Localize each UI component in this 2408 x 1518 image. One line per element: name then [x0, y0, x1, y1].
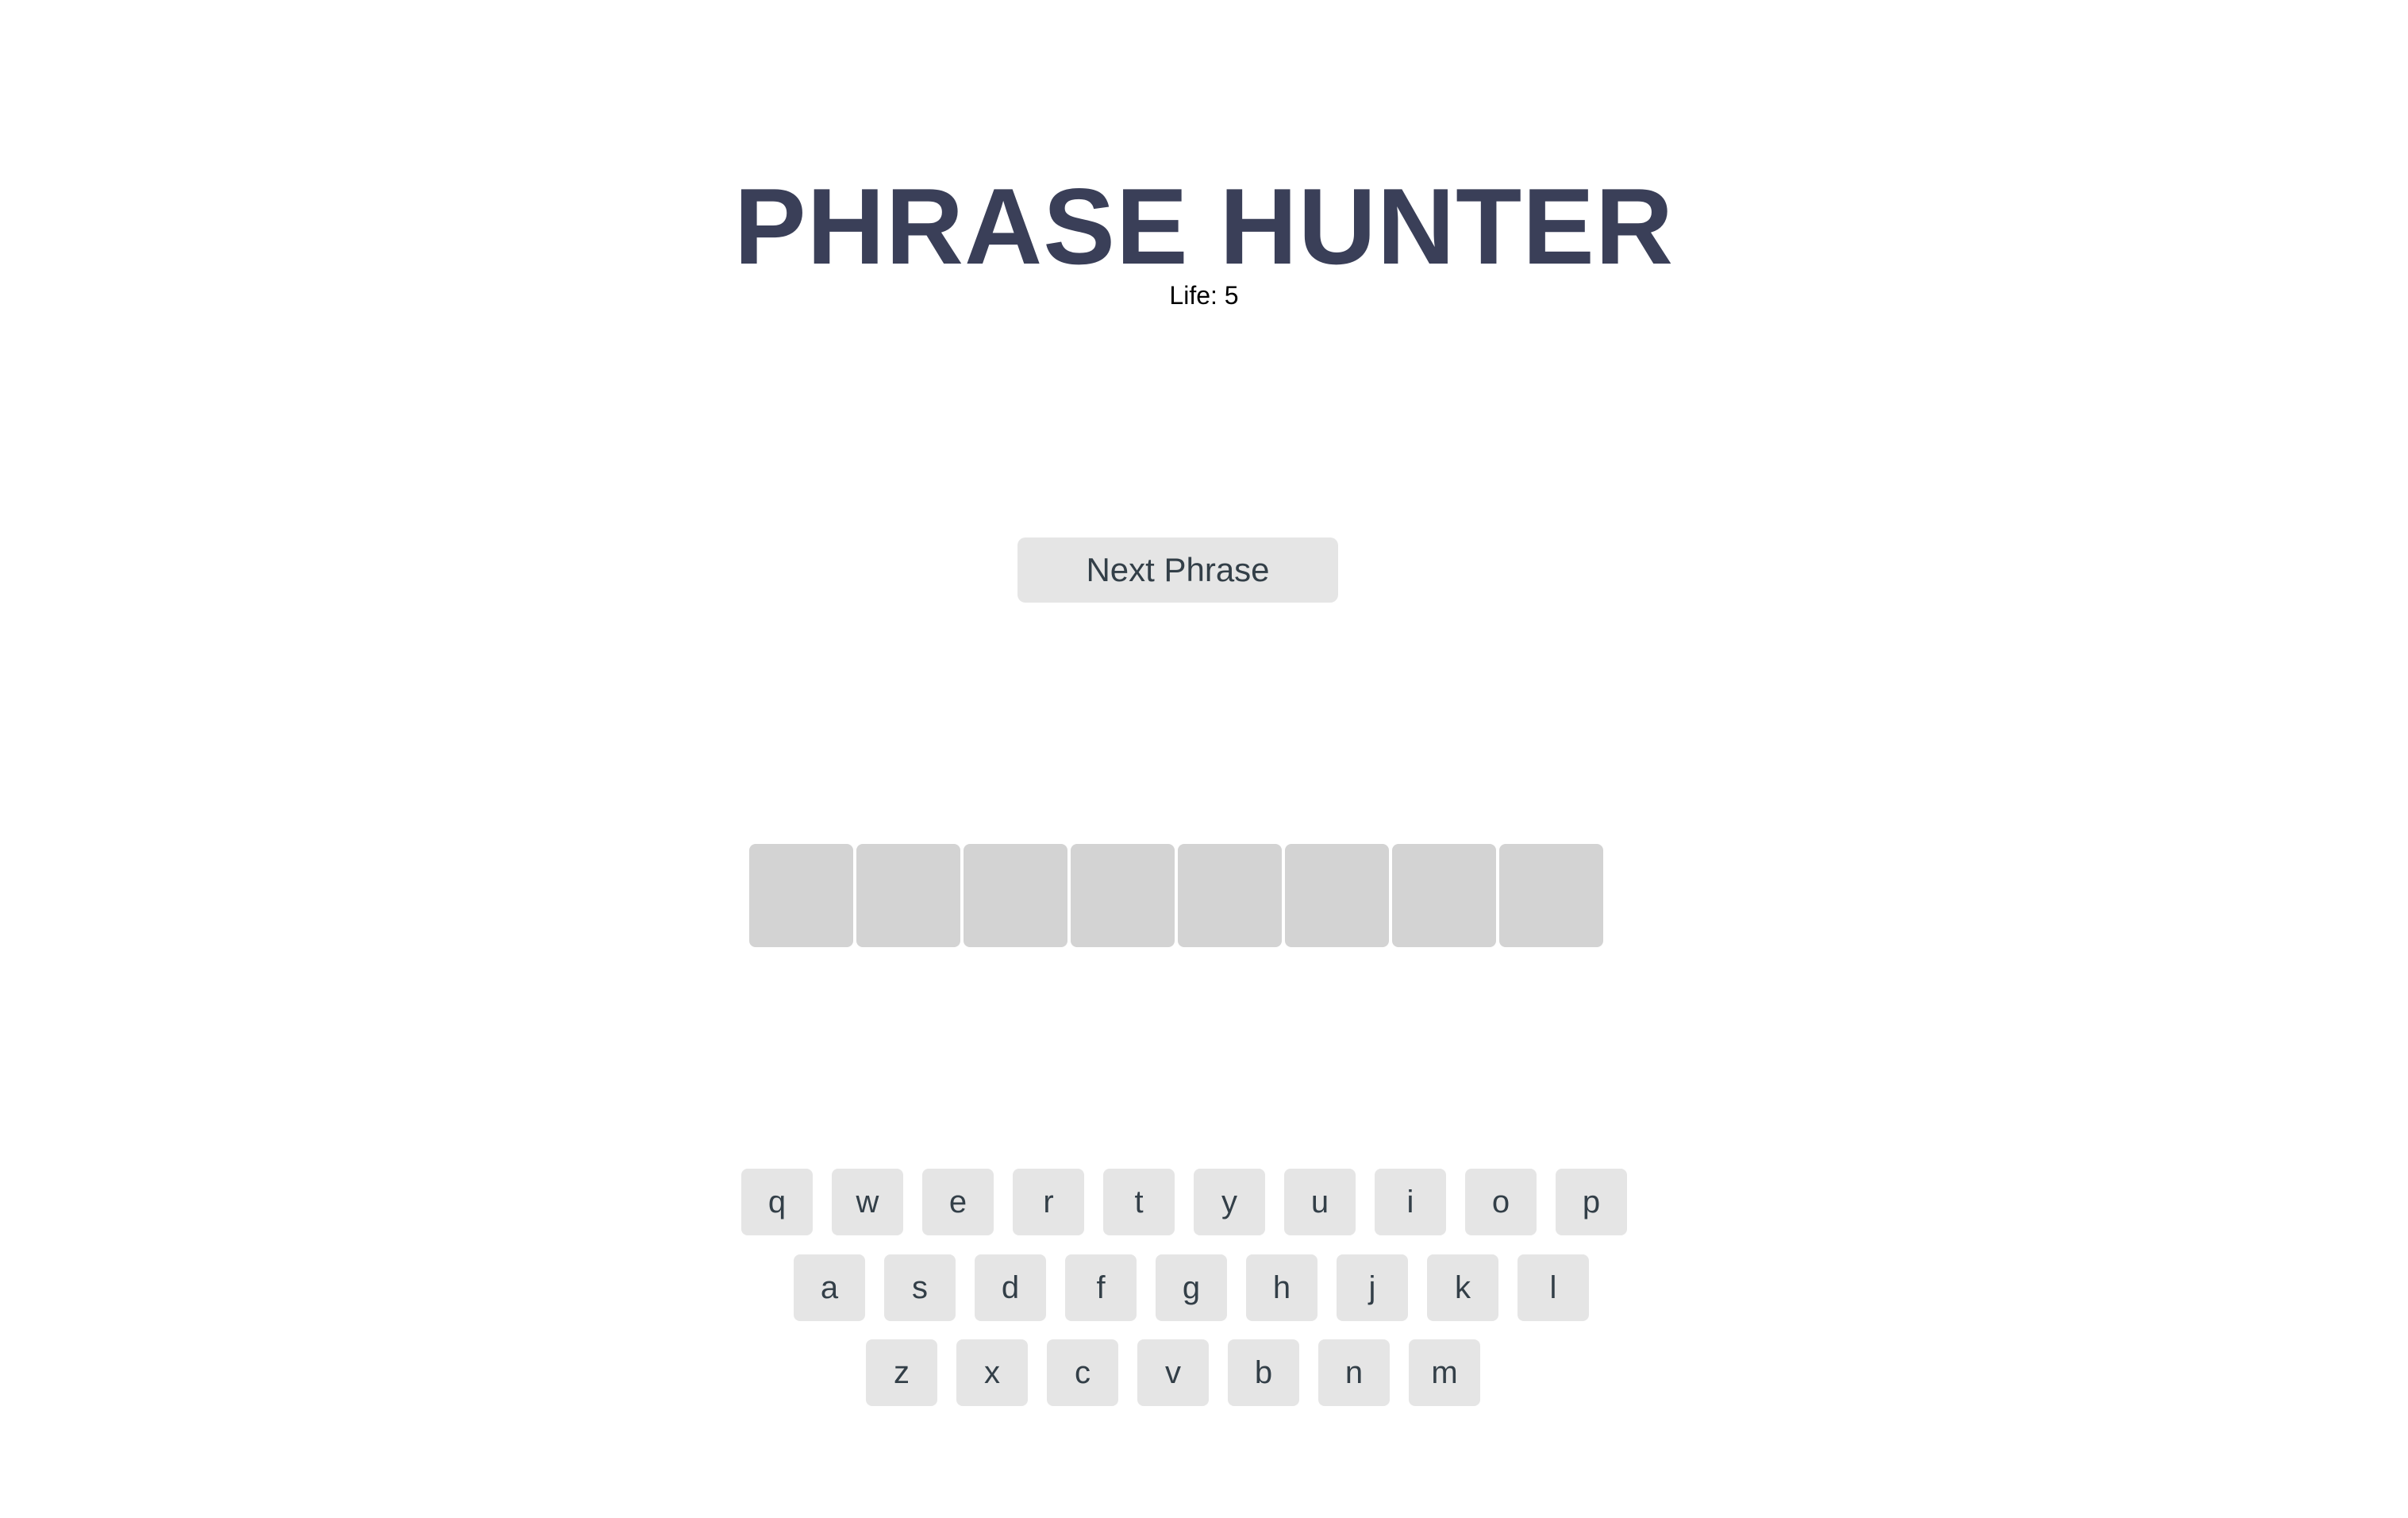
phrase-letter-tile — [1392, 844, 1496, 947]
page-title: PHRASE HUNTER — [733, 166, 1675, 287]
key-f[interactable]: f — [1065, 1254, 1137, 1321]
key-p[interactable]: p — [1556, 1169, 1627, 1235]
key-m[interactable]: m — [1409, 1339, 1480, 1406]
key-z[interactable]: z — [866, 1339, 937, 1406]
key-l[interactable]: l — [1518, 1254, 1589, 1321]
key-a[interactable]: a — [794, 1254, 865, 1321]
key-e[interactable]: e — [922, 1169, 994, 1235]
key-s[interactable]: s — [884, 1254, 956, 1321]
key-q[interactable]: q — [741, 1169, 813, 1235]
life-counter: Life: 5 — [1169, 281, 1239, 310]
phrase-letter-tile — [1285, 844, 1389, 947]
phrase-letter-tile — [856, 844, 960, 947]
phrase-letter-tile — [964, 844, 1067, 947]
key-v[interactable]: v — [1137, 1339, 1209, 1406]
phrase-letter-tile — [1499, 844, 1603, 947]
key-g[interactable]: g — [1156, 1254, 1227, 1321]
key-k[interactable]: k — [1427, 1254, 1498, 1321]
key-r[interactable]: r — [1013, 1169, 1084, 1235]
key-u[interactable]: u — [1284, 1169, 1356, 1235]
key-n[interactable]: n — [1318, 1339, 1390, 1406]
key-w[interactable]: w — [832, 1169, 903, 1235]
phrase-letter-tile — [1071, 844, 1175, 947]
key-i[interactable]: i — [1375, 1169, 1446, 1235]
phrase-board — [749, 844, 1603, 947]
key-x[interactable]: x — [956, 1339, 1028, 1406]
key-h[interactable]: h — [1246, 1254, 1317, 1321]
key-t[interactable]: t — [1103, 1169, 1175, 1235]
key-o[interactable]: o — [1465, 1169, 1537, 1235]
key-b[interactable]: b — [1228, 1339, 1299, 1406]
phrase-letter-tile — [1178, 844, 1282, 947]
key-c[interactable]: c — [1047, 1339, 1118, 1406]
key-j[interactable]: j — [1337, 1254, 1408, 1321]
phrase-letter-tile — [749, 844, 853, 947]
next-phrase-button[interactable]: Next Phrase — [1017, 537, 1338, 603]
key-d[interactable]: d — [975, 1254, 1046, 1321]
key-y[interactable]: y — [1194, 1169, 1265, 1235]
